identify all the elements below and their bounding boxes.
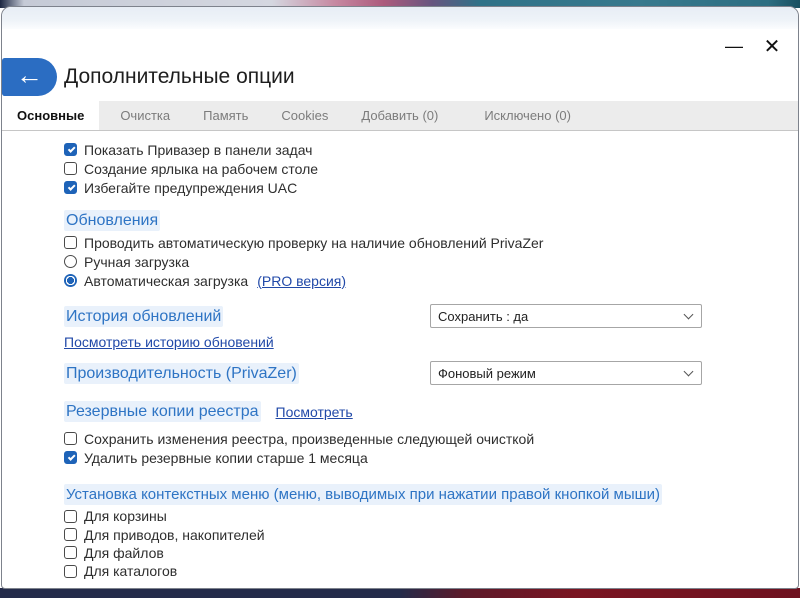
chevron-down-icon [684, 309, 694, 319]
chevron-down-icon [684, 366, 694, 376]
checkbox-label: Для каталогов [84, 563, 177, 579]
view-backups-link[interactable]: Посмотреть [276, 404, 353, 420]
background-window-strip-bottom [0, 588, 800, 598]
checkbox-label: Избегайте предупреждения UAC [84, 180, 297, 196]
checkbox-save-registry-changes[interactable]: Сохранить изменения реестра, произведенн… [64, 429, 798, 448]
checkbox-auto-check-updates[interactable]: Проводить автоматическую проверку на нал… [64, 233, 798, 252]
checkbox-recycle-bin[interactable]: Для корзины [64, 507, 798, 525]
radio-label: Автоматическая загрузка [84, 273, 248, 289]
section-title-registry-backups: Резервные копии реестра [64, 401, 261, 422]
radio-icon [64, 274, 77, 287]
select-value: Сохранить : да [438, 309, 528, 324]
advanced-options-dialog: — ✕ ← Дополнительные опции Основные Очис… [1, 6, 799, 589]
screen: — ✕ ← Дополнительные опции Основные Очис… [0, 0, 800, 598]
tab-cleaning[interactable]: Очистка [108, 101, 182, 130]
checkbox-label: Для корзины [84, 508, 167, 524]
page-title: Дополнительные опции [64, 65, 295, 89]
main-content: Показать Привазер в панели задач Создани… [2, 131, 798, 581]
checkbox-label: Проводить автоматическую проверку на нал… [84, 235, 543, 251]
checkbox-icon [64, 565, 77, 578]
checkbox-icon [64, 162, 77, 175]
checkbox-icon [64, 451, 77, 464]
checkbox-desktop-shortcut[interactable]: Создание ярлыка на рабочем столе [64, 159, 798, 178]
dialog-title-band [2, 7, 798, 29]
checkbox-show-in-taskbar[interactable]: Показать Привазер в панели задач [64, 140, 798, 159]
checkbox-label: Сохранить изменения реестра, произведенн… [84, 431, 534, 447]
tab-memory[interactable]: Память [191, 101, 260, 130]
checkbox-icon [64, 236, 77, 249]
section-title-updates: Обновления [64, 210, 160, 231]
checkbox-icon [64, 528, 77, 541]
checkbox-icon [64, 510, 77, 523]
section-title-context-menus: Установка контекстных меню (меню, выводи… [64, 484, 662, 505]
radio-manual-download[interactable]: Ручная загрузка [64, 252, 798, 271]
tab-add[interactable]: Добавить (0) [349, 101, 450, 130]
performance-mode-select[interactable]: Фоновый режим [430, 361, 702, 385]
checkbox-label: Показать Привазер в панели задач [84, 142, 312, 158]
checkbox-icon [64, 143, 77, 156]
checkbox-label: Для приводов, накопителей [84, 527, 265, 543]
tab-excluded[interactable]: Исключено (0) [472, 101, 583, 130]
checkbox-icon [64, 181, 77, 194]
radio-label: Ручная загрузка [84, 254, 189, 270]
radio-auto-download[interactable]: Автоматическая загрузка (PRO версия) [64, 271, 798, 290]
checkbox-files[interactable]: Для файлов [64, 544, 798, 562]
dialog-header: ← Дополнительные опции [2, 29, 798, 101]
radio-icon [64, 255, 77, 268]
checkbox-label: Удалить резервные копии старше 1 месяца [84, 450, 368, 466]
tab-main[interactable]: Основные [2, 101, 99, 130]
checkbox-label: Создание ярлыка на рабочем столе [84, 161, 318, 177]
checkbox-icon [64, 546, 77, 559]
checkbox-icon [64, 432, 77, 445]
checkbox-avoid-uac[interactable]: Избегайте предупреждения UAC [64, 178, 798, 197]
history-save-select[interactable]: Сохранить : да [430, 304, 702, 328]
tab-bar: Основные Очистка Память Cookies Добавить… [2, 101, 798, 131]
pro-version-link[interactable]: (PRO версия) [257, 273, 346, 289]
select-value: Фоновый режим [438, 366, 536, 381]
view-update-history-link[interactable]: Посмотреть историю обновений [64, 334, 274, 350]
checkbox-delete-old-backups[interactable]: Удалить резервные копии старше 1 месяца [64, 448, 798, 467]
checkbox-label: Для файлов [84, 545, 164, 561]
checkbox-drives[interactable]: Для приводов, накопителей [64, 525, 798, 543]
back-arrow-icon: ← [16, 62, 43, 89]
tab-cookies[interactable]: Cookies [269, 101, 340, 130]
section-title-performance: Производительность (PrivaZer) [64, 363, 299, 384]
back-button[interactable]: ← [2, 58, 57, 96]
section-title-update-history: История обновлений [64, 306, 223, 327]
checkbox-folders[interactable]: Для каталогов [64, 562, 798, 580]
